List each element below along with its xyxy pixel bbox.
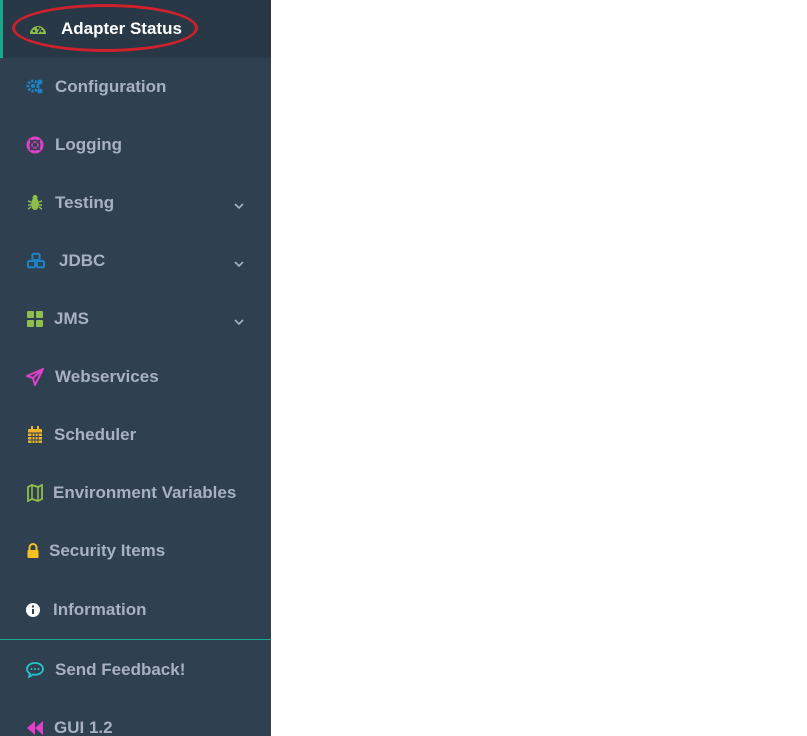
- sidebar-item-label: JMS: [54, 309, 89, 328]
- sidebar-item-label: Information: [53, 600, 147, 619]
- calendar-icon: [26, 426, 44, 444]
- sidebar-item-label: Adapter Status: [61, 19, 182, 38]
- sidebar-item-testing[interactable]: Testing: [0, 174, 271, 232]
- backward-icon: [26, 719, 44, 736]
- sidebar-item-label: JDBC: [59, 251, 106, 270]
- sidebar-item-scheduler[interactable]: Scheduler: [0, 406, 271, 464]
- sidebar-item-logging[interactable]: Logging: [0, 116, 271, 174]
- sidebar-item-jms[interactable]: JMS: [0, 290, 271, 348]
- sidebar-item-configuration[interactable]: Configuration: [0, 58, 271, 116]
- sidebar-item-adapter-status[interactable]: Adapter Status: [0, 0, 271, 58]
- chevron-down-icon[interactable]: [233, 197, 245, 210]
- sidebar-item-security-items[interactable]: Security Items: [0, 522, 271, 580]
- sidebar-item-label: GUI 1.2: [54, 718, 113, 736]
- sidebar-item-gui-version[interactable]: GUI 1.2: [0, 699, 271, 736]
- sidebar: Adapter Status Configuration Logging Tes…: [0, 0, 271, 736]
- chevron-down-icon[interactable]: [233, 255, 245, 268]
- chevron-down-icon[interactable]: [233, 313, 245, 326]
- map-icon: [26, 484, 44, 502]
- sidebar-item-label: Send Feedback!: [55, 660, 186, 679]
- sidebar-item-label: Logging: [55, 135, 123, 154]
- sidebar-item-label: Configuration: [55, 77, 167, 96]
- chat-icon: [26, 661, 44, 679]
- paper-plane-icon: [26, 368, 44, 386]
- cogs-icon: [26, 78, 44, 96]
- sidebar-divider: [0, 639, 271, 640]
- sidebar-item-label: Scheduler: [54, 425, 137, 444]
- dashboard-icon: [29, 20, 47, 38]
- sidebar-item-send-feedback[interactable]: Send Feedback!: [0, 641, 271, 699]
- lock-icon: [24, 542, 42, 560]
- grid-icon: [26, 310, 44, 328]
- info-icon: [24, 601, 42, 619]
- cubes-icon: [27, 252, 45, 270]
- sidebar-item-label: Webservices: [55, 367, 159, 386]
- bug-icon: [26, 194, 44, 212]
- sidebar-item-environment-variables[interactable]: Environment Variables: [0, 464, 271, 522]
- sidebar-item-information[interactable]: Information: [0, 581, 271, 639]
- sidebar-item-label: Security Items: [49, 541, 166, 560]
- sidebar-item-label: Environment Variables: [53, 483, 237, 502]
- lifebuoy-icon: [26, 136, 44, 154]
- sidebar-item-label: Testing: [55, 193, 115, 212]
- main-content: [271, 0, 807, 736]
- sidebar-item-jdbc[interactable]: JDBC: [0, 232, 271, 290]
- sidebar-item-webservices[interactable]: Webservices: [0, 348, 271, 406]
